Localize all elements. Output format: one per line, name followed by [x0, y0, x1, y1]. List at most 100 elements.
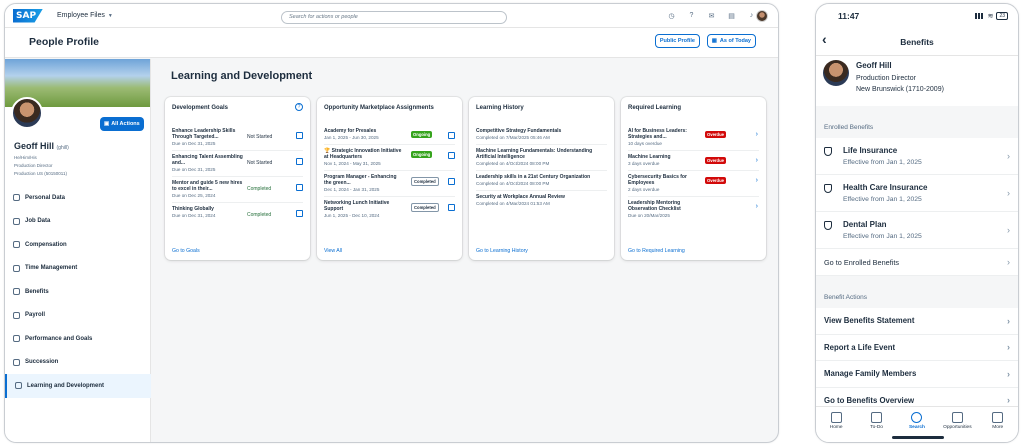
details-icon[interactable] [448, 178, 455, 185]
chevron-right-icon[interactable]: › [756, 131, 758, 138]
wifi-icon: ≋ [987, 13, 994, 20]
list-item[interactable]: Security at Workplace Annual Review Comp… [476, 191, 607, 210]
completion-date: Completed on 4/Oct/2024 08:00 PM [476, 161, 550, 166]
benefit-health-care-insurance[interactable]: Health Care Insurance Effective from Jan… [816, 175, 1018, 212]
user-avatar[interactable] [756, 10, 768, 22]
view-all-link[interactable]: View All [324, 248, 342, 254]
report-life-event[interactable]: Report a Life Event › [816, 335, 1018, 361]
nav-item-benefits[interactable]: Benefits [5, 280, 151, 304]
profile-nav: Personal Data Job Data Compensation Time… [5, 186, 151, 398]
list-item[interactable]: Program Manager - Enhancing the green...… [324, 171, 455, 197]
public-profile-button[interactable]: Public Profile [654, 34, 700, 48]
go-to-goals-link[interactable]: Go to Goals [172, 248, 200, 254]
assignment-dates: Jun 1, 2025 - Dec 10, 2024 [324, 213, 380, 218]
main-content: Learning and Development Development Goa… [151, 59, 778, 442]
details-icon[interactable] [448, 152, 455, 159]
tab-opportunities[interactable]: Opportunities [939, 412, 975, 442]
list-item[interactable]: Enhance Leadership Skills Through Target… [172, 125, 303, 151]
list-item[interactable]: Competitive Strategy Fundamentals Comple… [476, 125, 607, 145]
employee-location: Production US (50150011) [14, 171, 67, 176]
tab-bar: Home To-Do Search Opportunities More [816, 406, 1018, 442]
details-icon[interactable] [296, 158, 303, 165]
sap-logo[interactable]: SAP [13, 8, 43, 23]
nav-item-label: Learning and Development [27, 382, 105, 389]
battery-level: 23 [996, 12, 1008, 20]
as-of-today-button[interactable]: ▦ As of Today [706, 34, 756, 48]
list-item[interactable]: Mentor and guide 5 new hires to excel in… [172, 177, 303, 203]
nav-item-personal-data[interactable]: Personal Data [5, 186, 151, 210]
list-item[interactable]: Leadership skills in a 21st Century Orga… [476, 171, 607, 191]
assignments-list: Academy for Presales Jan 1, 2025 - Jun 3… [324, 125, 455, 222]
search-input[interactable]: Search for actions or people [281, 11, 507, 24]
status-badge: Ongoing [411, 151, 433, 158]
list-item[interactable]: Leadership Mentoring Observation Checkli… [628, 197, 759, 222]
chevron-right-icon[interactable]: › [756, 177, 758, 184]
help-icon[interactable]: ? [687, 11, 696, 20]
employee-files-menu[interactable]: Employee Files ▼ [57, 12, 113, 19]
details-icon[interactable] [448, 132, 455, 139]
required-list: AI for Business Leaders: Strategies and.… [628, 125, 759, 222]
nav-item-label: Personal Data [25, 194, 66, 201]
list-item[interactable]: AI for Business Leaders: Strategies and.… [628, 125, 759, 151]
benefit-life-insurance[interactable]: Life Insurance Effective from Jan 1, 202… [816, 138, 1018, 175]
employee-name-block: Geoff Hill (ghill) [14, 141, 69, 151]
manage-family-members[interactable]: Manage Family Members › [816, 361, 1018, 388]
details-icon[interactable] [296, 132, 303, 139]
avatar [823, 60, 849, 86]
list-item[interactable]: Machine Learning 3 days overdue Overdue … [628, 151, 759, 171]
nav-item-payroll[interactable]: Payroll [5, 304, 151, 328]
chat-icon[interactable]: ✉ [707, 11, 716, 20]
bell-icon[interactable]: ♪ [747, 11, 756, 20]
course-due: Due on 20/Mar/2025 [628, 213, 670, 218]
nav-item-succession[interactable]: Succession [5, 351, 151, 375]
as-of-today-label: As of Today [719, 38, 751, 44]
chevron-right-icon[interactable]: › [756, 203, 758, 210]
nav-item-compensation[interactable]: Compensation [5, 233, 151, 257]
list-item[interactable]: Machine Learning Fundamentals: Understan… [476, 145, 607, 171]
details-icon[interactable] [296, 210, 303, 217]
tab-label: Home [829, 425, 843, 430]
details-icon[interactable] [296, 184, 303, 191]
list-item[interactable]: Enhancing Talent Assembling and... Due o… [172, 151, 303, 177]
go-to-learning-history-link[interactable]: Go to Learning History [476, 248, 528, 254]
sparkle-icon [951, 412, 963, 423]
list-item[interactable]: Networking Lunch Initiative Support Jun … [324, 197, 455, 222]
clock-icon[interactable]: ◷ [667, 11, 676, 20]
required-learning-card: Required Learning AI for Business Leader… [621, 97, 766, 260]
tab-label: Opportunities [943, 425, 972, 430]
go-to-required-learning-link[interactable]: Go to Required Learning [628, 248, 685, 254]
tab-more[interactable]: More [980, 412, 1016, 442]
status-badge: Ongoing [411, 131, 433, 138]
list-item[interactable]: Thinking Globally Due on Dec 31, 2024 Co… [172, 203, 303, 222]
benefit-actions-header: Benefit Actions [824, 293, 867, 301]
benefit-actions-list: View Benefits Statement › Report a Life … [816, 308, 1018, 414]
chevron-right-icon[interactable]: › [756, 157, 758, 164]
all-actions-button[interactable]: ▣ All Actions [100, 117, 144, 131]
notes-icon[interactable]: ▤ [727, 11, 736, 20]
list-item[interactable]: Academy for Presales Jan 1, 2025 - Jun 3… [324, 125, 455, 145]
benefit-dental-plan[interactable]: Dental Plan Effective from Jan 1, 2025 › [816, 212, 1018, 249]
nav-item-time-management[interactable]: Time Management [5, 257, 151, 281]
action-label: Manage Family Members [824, 369, 917, 379]
nav-item-label: Job Data [25, 218, 51, 225]
details-icon[interactable] [448, 204, 455, 211]
benefit-effective: Effective from Jan 1, 2025 [843, 196, 922, 203]
nav-item-job-data[interactable]: Job Data [5, 210, 151, 234]
tab-home[interactable]: Home [818, 412, 854, 442]
list-item[interactable]: 🏆 Strategic Innovation Initiative at Hea… [324, 145, 455, 171]
nav-item-performance-goals[interactable]: Performance and Goals [5, 327, 151, 351]
help-icon[interactable]: ? [295, 103, 303, 111]
tab-to-do[interactable]: To-Do [859, 412, 895, 442]
tab-label: More [992, 425, 1004, 430]
page-header: People Profile Public Profile ▦ As of To… [5, 28, 778, 58]
calendar-icon: ▦ [711, 38, 717, 44]
completion-date: Completed on 7/Mar/2025 05:46 AM [476, 135, 550, 140]
overdue-badge: Overdue [705, 177, 726, 184]
nav-item-learning-development[interactable]: Learning and Development [5, 374, 151, 398]
list-item[interactable]: Cybersecurity Basics for Employees 2 day… [628, 171, 759, 197]
go-to-enrolled-benefits[interactable]: Go to Enrolled Benefits › [816, 249, 1018, 276]
chevron-right-icon: › [1007, 225, 1010, 235]
home-indicator [892, 436, 944, 439]
assignment-title: Networking Lunch Initiative Support [324, 200, 390, 212]
view-benefits-statement[interactable]: View Benefits Statement › [816, 308, 1018, 335]
